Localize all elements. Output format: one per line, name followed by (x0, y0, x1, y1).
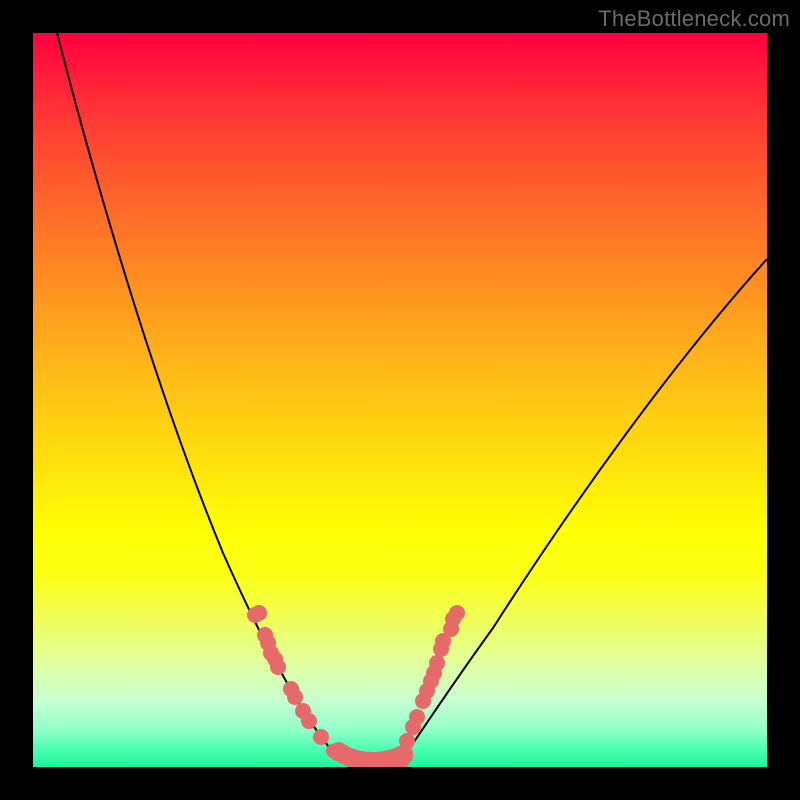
chart-frame: TheBottleneck.com (0, 0, 800, 800)
curve-right (385, 259, 767, 767)
curve-svg (33, 33, 767, 767)
dot-right (405, 719, 421, 735)
dot-left (301, 713, 317, 729)
plot-area (33, 33, 767, 767)
dot-left (251, 605, 267, 621)
curve-left (57, 33, 363, 767)
dot-left (313, 729, 329, 745)
dot-right (415, 693, 431, 709)
bottom-blob (333, 749, 406, 765)
dot-right (449, 605, 465, 621)
watermark-text: TheBottleneck.com (598, 6, 790, 32)
dot-left (270, 659, 286, 675)
dot-left (287, 689, 303, 705)
dot-right (435, 633, 451, 649)
